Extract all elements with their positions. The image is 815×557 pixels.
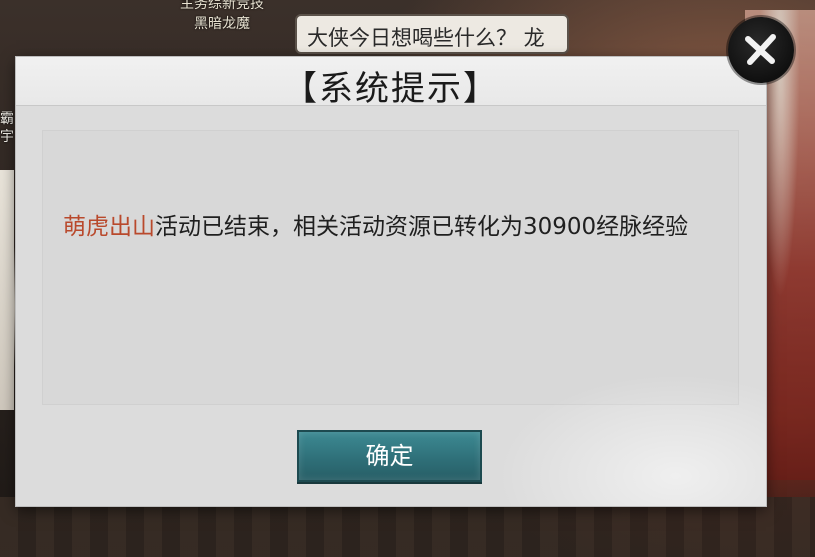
system-prompt-dialog: 【系统提示】 萌虎出山活动已结束，相关活动资源已转化为30900经脉经验 确定	[16, 57, 766, 506]
floor	[0, 497, 815, 557]
dialog-title: 【系统提示】	[283, 69, 499, 109]
dialog-title-bar: 【系统提示】	[16, 57, 766, 109]
npc-name: 主务综新竞技	[180, 0, 264, 12]
event-name-highlight: 萌虎出山	[63, 214, 155, 240]
background-side-text: 霸宇	[0, 111, 14, 145]
character-left	[0, 170, 14, 410]
dialog-content: 萌虎出山活动已结束，相关活动资源已转化为30900经脉经验	[42, 130, 739, 405]
close-icon	[745, 34, 776, 65]
confirm-button[interactable]: 确定	[297, 430, 482, 482]
dialog-message: 萌虎出山活动已结束，相关活动资源已转化为30900经脉经验	[63, 212, 713, 243]
npc-chat-bubble: 大侠今日想喝些什么？ 龙	[295, 14, 569, 54]
npc-name: 黑暗龙魔	[194, 16, 250, 32]
close-button[interactable]	[728, 17, 794, 83]
npc-name-labels: 主务综新竞技 黑暗龙魔	[180, 0, 264, 34]
message-text: 活动已结束，相关活动资源已转化为30900经脉经验	[155, 214, 689, 240]
